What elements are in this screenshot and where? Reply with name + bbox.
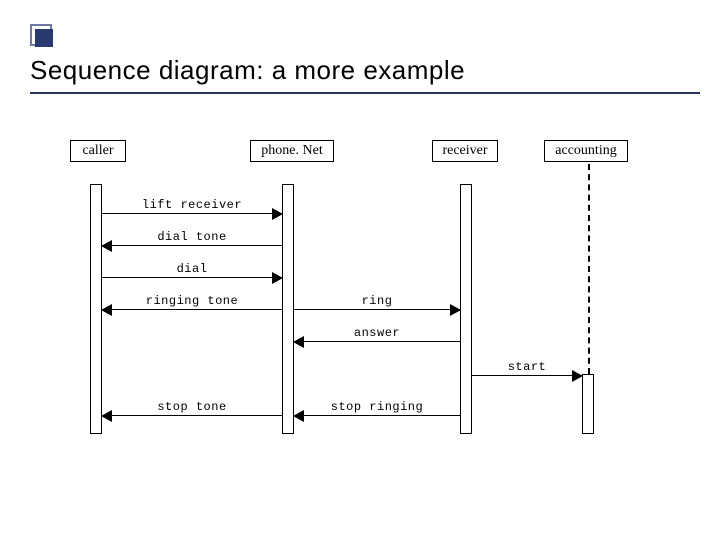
arrow-left-icon (293, 410, 304, 422)
message-arrow: ringing tone (102, 296, 282, 310)
actor-accounting: accounting (544, 140, 628, 162)
activation-bar (282, 184, 294, 434)
message-arrow: dial tone (102, 232, 282, 246)
message-label: dial tone (102, 230, 282, 244)
actor-caller: caller (70, 140, 126, 162)
message-label: ringing tone (102, 294, 282, 308)
arrow-left-icon (101, 304, 112, 316)
message-arrow: stop ringing (294, 402, 460, 416)
arrow-right-icon (572, 370, 583, 382)
arrow-left-icon (101, 410, 112, 422)
message-arrow: ring (294, 296, 460, 310)
message-arrow: start (472, 362, 582, 376)
message-label: stop ringing (294, 400, 460, 414)
message-arrow: stop tone (102, 402, 282, 416)
message-arrow: lift receiver (102, 200, 282, 214)
message-label: stop tone (102, 400, 282, 414)
arrow-right-icon (272, 208, 283, 220)
message-label: lift receiver (102, 198, 282, 212)
message-arrow: answer (294, 328, 460, 342)
message-label: answer (294, 326, 460, 340)
message-label: dial (102, 262, 282, 276)
arrow-right-icon (450, 304, 461, 316)
slide-title: Sequence diagram: a more example (30, 55, 700, 94)
sequence-diagram: caller phone. Net receiver accounting lift r… (70, 140, 680, 470)
activation-bar (460, 184, 472, 434)
activation-bar (582, 374, 594, 434)
message-label: ring (294, 294, 460, 308)
message-label: start (472, 360, 582, 374)
actor-receiver: receiver (432, 140, 498, 162)
message-arrow: dial (102, 264, 282, 278)
arrow-left-icon (293, 336, 304, 348)
actor-phoneNet: phone. Net (250, 140, 334, 162)
lifeline (588, 164, 590, 374)
slide-bullet-icon (30, 24, 52, 46)
arrow-right-icon (272, 272, 283, 284)
arrow-left-icon (101, 240, 112, 252)
